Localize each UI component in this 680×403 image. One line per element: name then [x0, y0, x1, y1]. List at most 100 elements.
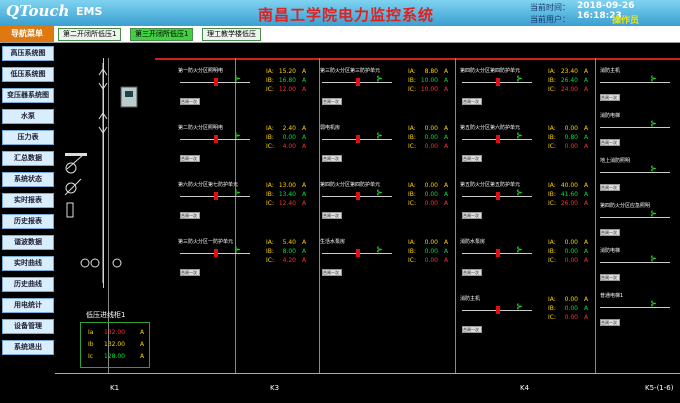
- time-label: 当前时间：: [530, 3, 570, 12]
- sidebar-item[interactable]: 谐波数据: [2, 235, 54, 250]
- phase-unit: A: [444, 182, 449, 189]
- phase-unit: A: [584, 143, 589, 150]
- switch-symbol-icon: ⊱: [516, 245, 523, 254]
- right-feeder-action-button[interactable]: 合闸一次: [600, 229, 620, 236]
- breaker-closed-indicator: [214, 135, 218, 143]
- phase-label: IB:: [408, 191, 416, 198]
- phase-unit: A: [302, 239, 307, 246]
- phase-current-value: 0.80: [564, 134, 578, 141]
- feeder-action-button[interactable]: 合闸一次: [180, 155, 200, 162]
- app-logo-sub: EMS: [76, 5, 103, 18]
- right-feeder-name: 消防电梯: [600, 248, 621, 254]
- sidebar-item[interactable]: 设备管理: [2, 319, 54, 334]
- right-feeder-line: [600, 127, 670, 128]
- tab-teaching-building[interactable]: 理工教学楼低压: [202, 28, 261, 41]
- feeder-name: 第四防火分区第四防护单元: [460, 68, 521, 74]
- phase-current-value: 0.00: [424, 143, 438, 150]
- feeder-action-button[interactable]: 合闸一次: [322, 212, 342, 219]
- sidebar-item[interactable]: 历史报表: [2, 214, 54, 229]
- sidebar-item[interactable]: 压力表: [2, 130, 54, 145]
- right-feeder-action-button[interactable]: 合闸一次: [600, 319, 620, 326]
- phase-label: IB:: [548, 191, 556, 198]
- right-feeder-action-button[interactable]: 合闸一次: [600, 274, 620, 281]
- phase-current-value: 0.00: [424, 200, 438, 207]
- phase-current-value: 23.40: [560, 68, 578, 75]
- feeder-action-button[interactable]: 合闸一次: [462, 212, 482, 219]
- phase-unit: A: [302, 257, 307, 264]
- sidebar-item[interactable]: 系统状态: [2, 172, 54, 187]
- switch-symbol-icon: ⊱: [516, 302, 523, 311]
- feeder-name: 第三防火分区一防护单元: [178, 239, 234, 245]
- incomer-phase-label: Ia: [88, 329, 94, 336]
- phase-current-value: 13.40: [278, 191, 296, 198]
- phase-unit: A: [444, 68, 449, 75]
- breaker-closed-indicator: [356, 192, 360, 200]
- phase-current-value: 4.00: [282, 143, 296, 150]
- app-logo: QTouch: [6, 2, 70, 20]
- phase-unit: A: [584, 134, 589, 141]
- phase-label: IC:: [548, 200, 556, 207]
- phase-current-value: 26.00: [560, 200, 578, 207]
- right-feeder-action-button[interactable]: 合闸一次: [600, 94, 620, 101]
- phase-unit: A: [302, 182, 307, 189]
- phase-label: IC:: [548, 143, 556, 150]
- phase-unit: A: [302, 68, 307, 75]
- phase-label: IB:: [266, 77, 274, 84]
- phase-unit: A: [584, 125, 589, 132]
- sidebar-item[interactable]: 实时曲线: [2, 256, 54, 271]
- feeder-action-button[interactable]: 合闸一次: [462, 98, 482, 105]
- switch-symbol-icon: ⊱: [516, 188, 523, 197]
- feeder-action-button[interactable]: 合闸一次: [462, 326, 482, 333]
- right-feeder-name: 消防电梯: [600, 113, 621, 119]
- phase-label: IA:: [408, 68, 416, 75]
- phase-label: IB:: [548, 77, 556, 84]
- phase-unit: A: [444, 200, 449, 207]
- sidebar-item[interactable]: 水泵: [2, 109, 54, 124]
- switch-symbol-icon: ⊱: [650, 299, 657, 308]
- sidebar-item[interactable]: 低压系统图: [2, 67, 54, 82]
- switch-symbol-icon: ⊱: [234, 74, 241, 83]
- sidebar-item[interactable]: 变压器系统图: [2, 88, 54, 103]
- incomer-unit: A: [140, 353, 145, 360]
- right-feeder-name: 地上消防照明: [600, 158, 631, 164]
- sidebar-item[interactable]: 实时报表: [2, 193, 54, 208]
- feeder-name: 第三防火分区第三防护单元: [320, 68, 381, 74]
- switch-symbol-icon: ⊱: [376, 131, 383, 140]
- feeder-name: 生活水泵房: [320, 239, 346, 245]
- phase-unit: A: [584, 86, 589, 93]
- breaker-closed-indicator: [496, 249, 500, 257]
- feeder-action-button[interactable]: 合闸一次: [462, 269, 482, 276]
- right-feeder-name: 消防主机: [600, 68, 621, 74]
- phase-label: IA:: [548, 68, 556, 75]
- phase-label: IB:: [266, 191, 274, 198]
- tab-third-station[interactable]: 第三开闭所低压1: [130, 28, 194, 41]
- right-feeder-action-button[interactable]: 合闸一次: [600, 184, 620, 191]
- right-feeder-line: [600, 82, 670, 83]
- sidebar-item[interactable]: 高压系统图: [2, 46, 54, 61]
- switch-symbol-icon: ⊱: [376, 74, 383, 83]
- phase-current-value: 12.00: [278, 86, 296, 93]
- feeder-action-button[interactable]: 合闸一次: [322, 98, 342, 105]
- breaker-closed-indicator: [356, 135, 360, 143]
- switch-symbol-icon: ⊱: [650, 119, 657, 128]
- sidebar-item[interactable]: 历史曲线: [2, 277, 54, 292]
- feeder-action-button[interactable]: 合闸一次: [180, 98, 200, 105]
- phase-unit: A: [444, 134, 449, 141]
- sidebar-item[interactable]: 汇总数据: [2, 151, 54, 166]
- nav-menu-title: 导航菜单: [0, 26, 54, 42]
- feeder-action-button[interactable]: 合闸一次: [180, 269, 200, 276]
- phase-label: IC:: [266, 86, 274, 93]
- feeder-action-button[interactable]: 合闸一次: [322, 155, 342, 162]
- feeder-action-button[interactable]: 合闸一次: [180, 212, 200, 219]
- feeder-action-button[interactable]: 合闸一次: [462, 155, 482, 162]
- right-feeder-action-button[interactable]: 合闸一次: [600, 139, 620, 146]
- sidebar-item[interactable]: 系统退出: [2, 340, 54, 355]
- phase-unit: A: [444, 143, 449, 150]
- phase-label: IB:: [408, 77, 416, 84]
- phase-current-value: 0.00: [424, 125, 438, 132]
- switch-symbol-icon: ⊱: [516, 74, 523, 83]
- tab-second-station[interactable]: 第二开闭所低压1: [58, 28, 122, 41]
- breaker-closed-indicator: [496, 135, 500, 143]
- feeder-action-button[interactable]: 合闸一次: [322, 269, 342, 276]
- sidebar-item[interactable]: 用电统计: [2, 298, 54, 313]
